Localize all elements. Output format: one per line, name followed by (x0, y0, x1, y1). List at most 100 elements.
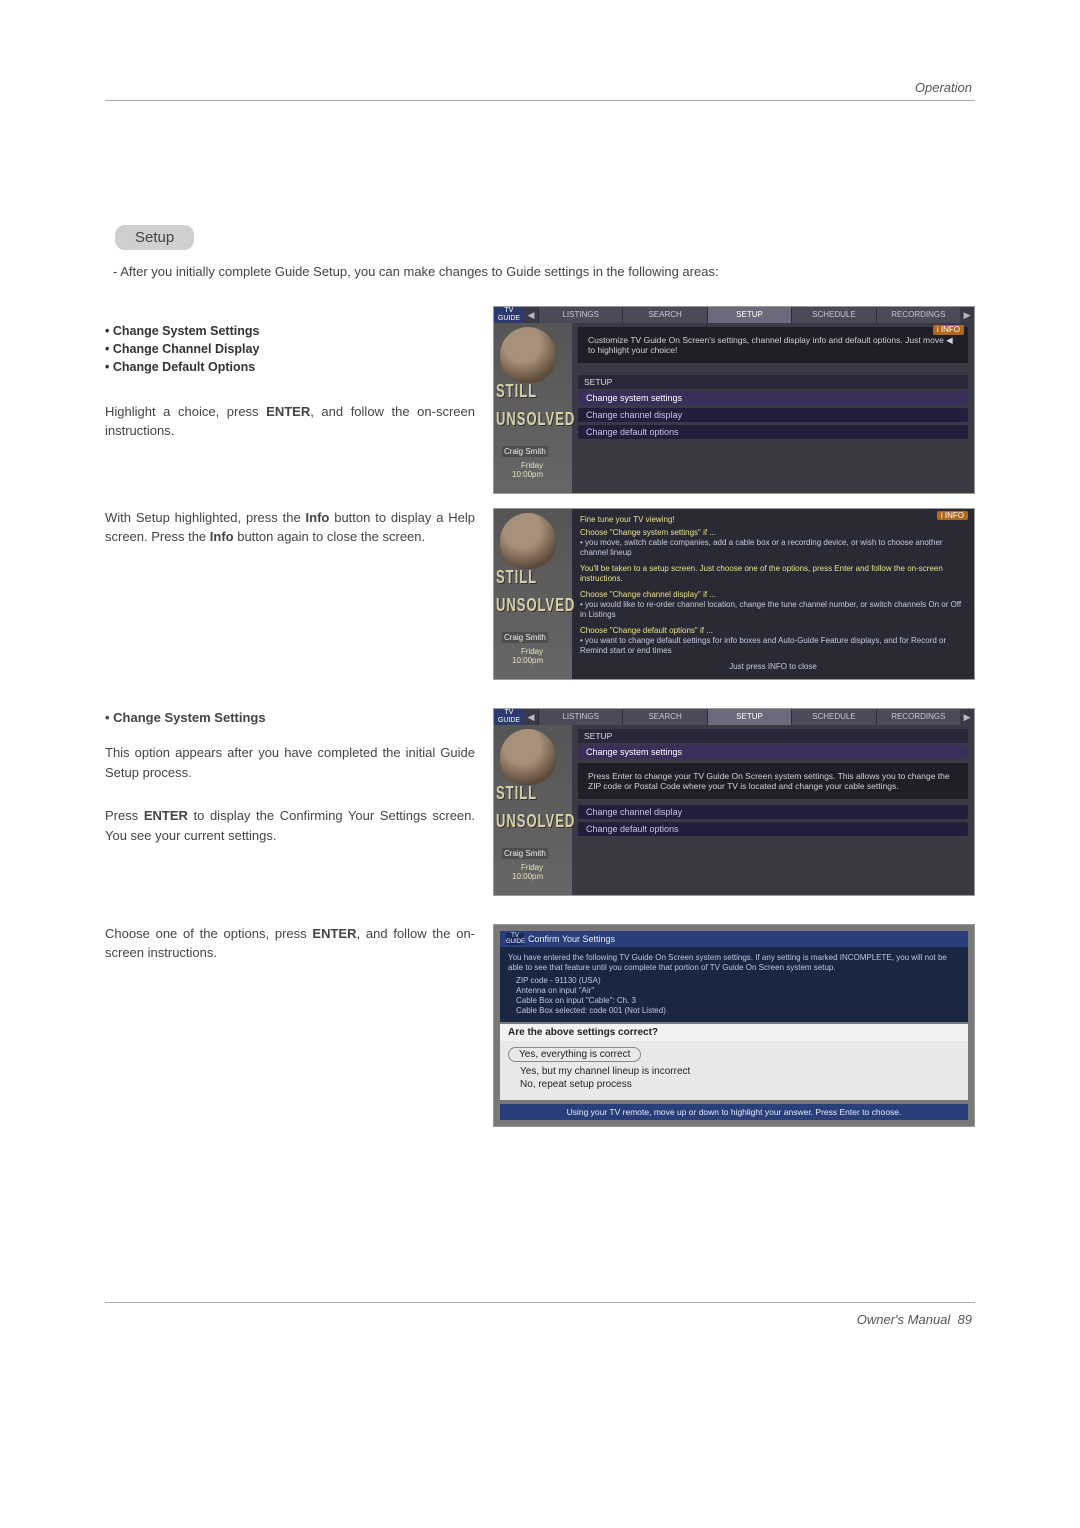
para-highlight-enter: Highlight a choice, press ENTER, and fol… (105, 402, 475, 441)
confirm-choices: Yes, everything is correct Yes, but my c… (500, 1041, 968, 1100)
arrow-left-icon: ◀ (524, 709, 538, 725)
confirm-question: Are the above settings correct? (500, 1024, 968, 1041)
tab-setup: SETUP (707, 709, 791, 725)
text: Choose one of the options, press (105, 926, 312, 941)
bullet-list: Change System Settings Change Channel Di… (105, 324, 475, 374)
pip-time: Friday10:00pm (512, 461, 543, 479)
section2-p1: This option appears after you have compl… (105, 743, 475, 782)
header-section: Operation (915, 80, 972, 95)
para-info-help: With Setup highlighted, press the Info b… (105, 508, 475, 547)
bullet-item: Change Channel Display (105, 342, 475, 356)
tv-guide-logo: TV GUIDE (494, 709, 524, 725)
info-text: Press Enter to change your TV Guide On S… (588, 771, 950, 791)
arrow-left-icon: ◀ (524, 307, 538, 323)
opt-change-channel: Change channel display (578, 805, 968, 819)
choice-yes: Yes, everything is correct (508, 1047, 641, 1062)
opt-change-system: Change system settings (578, 745, 968, 759)
confirm-title: Confirm Your Settings (528, 934, 615, 944)
choice-lineup: Yes, but my channel lineup is incorrect (520, 1066, 960, 1077)
screenshot-help: i INFO STILL UNSOLVED Craig Smith Friday… (493, 508, 975, 680)
setup-label: SETUP (578, 375, 968, 389)
tab-search: SEARCH (622, 307, 706, 323)
text: Highlight a choice, press (105, 404, 266, 419)
confirm-body: You have entered the following TV Guide … (500, 947, 968, 1022)
tab-schedule: SCHEDULE (791, 709, 875, 725)
help-b2: • you would like to re-order channel loc… (580, 600, 966, 620)
change-system-heading: • Change System Settings (105, 708, 475, 728)
screenshot-confirm: TV GUIDE Confirm Your Settings You have … (493, 924, 975, 1127)
help-title: Fine tune your TV viewing! (580, 515, 966, 525)
section2-p3: Choose one of the options, press ENTER, … (105, 924, 475, 963)
info-badge: i INFO (933, 325, 964, 335)
tab-recordings: RECORDINGS (876, 307, 960, 323)
enter-key: ENTER (144, 808, 188, 823)
tab-recordings: RECORDINGS (876, 709, 960, 725)
arrow-right-icon: ▶ (960, 307, 974, 323)
header-rule (105, 100, 975, 101)
tab-listings: LISTINGS (538, 709, 622, 725)
person-name: Craig Smith (502, 632, 548, 643)
text: button again to close the screen. (234, 529, 426, 544)
setting-line: Cable Box selected: code 001 (Not Listed… (516, 1006, 960, 1016)
help-h3: Choose "Change default options" if ... (580, 626, 966, 636)
help-b1: • you move, switch cable companies, add … (580, 538, 966, 558)
help-mid: You'll be taken to a setup screen. Just … (580, 564, 966, 584)
tab-schedule: SCHEDULE (791, 307, 875, 323)
screenshot-setup-menu: TV GUIDE ◀ LISTINGS SEARCH SETUP SCHEDUL… (493, 306, 975, 494)
info-text: Customize TV Guide On Screen's settings,… (588, 335, 953, 355)
bullet-item: Change System Settings (105, 324, 475, 338)
setup-label: SETUP (578, 729, 968, 743)
page-number: 89 (958, 1312, 972, 1327)
pip-time: Friday10:00pm (512, 647, 543, 665)
opt-change-default: Change default options (578, 822, 968, 836)
tab-setup: SETUP (707, 307, 791, 323)
confirm-body-text: You have entered the following TV Guide … (508, 953, 960, 973)
opt-change-channel: Change channel display (578, 408, 968, 422)
tab-listings: LISTINGS (538, 307, 622, 323)
footer-text: Owner's Manual 89 (857, 1312, 972, 1327)
tv-guide-logo: TV GUIDE (506, 933, 524, 945)
help-panel: Fine tune your TV viewing! Choose "Chang… (572, 509, 974, 679)
confirm-footer: Using your TV remote, move up or down to… (500, 1104, 968, 1120)
bullet-item: Change Default Options (105, 360, 475, 374)
arrow-right-icon: ▶ (960, 709, 974, 725)
pip-preview: STILL UNSOLVED Craig Smith Friday10:00pm (494, 509, 572, 679)
footer-rule (105, 1302, 975, 1303)
show-title-2: UNSOLVED (496, 408, 575, 429)
enter-key: ENTER (266, 404, 310, 419)
info-key: Info (210, 529, 234, 544)
intro-text: - After you initially complete Guide Set… (113, 262, 975, 282)
face-image (500, 513, 556, 569)
face-image (500, 729, 556, 785)
opt-change-system: Change system settings (578, 391, 968, 405)
info-badge: i INFO (937, 511, 968, 520)
show-title-1: STILL (496, 782, 537, 803)
info-box: Press Enter to change your TV Guide On S… (578, 763, 968, 799)
help-b3: • you want to change default settings fo… (580, 636, 966, 656)
tab-search: SEARCH (622, 709, 706, 725)
setting-line: Cable Box on input "Cable": Ch. 3 (516, 996, 960, 1006)
section2-p2: Press ENTER to display the Confirming Yo… (105, 806, 475, 845)
text: With Setup highlighted, press the (105, 510, 306, 525)
show-title-1: STILL (496, 566, 537, 587)
help-h2: Choose "Change channel display" if ... (580, 590, 966, 600)
tv-guide-logo: TV GUIDE (494, 307, 524, 323)
setting-line: ZIP code - 91130 (USA) (516, 976, 960, 986)
face-image (500, 327, 556, 383)
info-box: i INFO Customize TV Guide On Screen's se… (578, 327, 968, 363)
pip-preview: STILL UNSOLVED Craig Smith Friday10:00pm (494, 323, 572, 493)
enter-key: ENTER (312, 926, 356, 941)
person-name: Craig Smith (502, 446, 548, 457)
setting-line: Antenna on input "Air" (516, 986, 960, 996)
setup-pill: Setup (115, 225, 194, 250)
text: Press (105, 808, 144, 823)
show-title-2: UNSOLVED (496, 810, 575, 831)
opt-change-default: Change default options (578, 425, 968, 439)
choice-no: No, repeat setup process (520, 1079, 960, 1090)
person-name: Craig Smith (502, 848, 548, 859)
screenshot-change-system: TV GUIDE ◀ LISTINGS SEARCH SETUP SCHEDUL… (493, 708, 975, 896)
help-h1: Choose "Change system settings" if ... (580, 528, 966, 538)
pip-preview: STILL UNSOLVED Craig Smith Friday10:00pm (494, 725, 572, 895)
show-title-1: STILL (496, 380, 537, 401)
confirm-titlebar: TV GUIDE Confirm Your Settings (500, 931, 968, 947)
